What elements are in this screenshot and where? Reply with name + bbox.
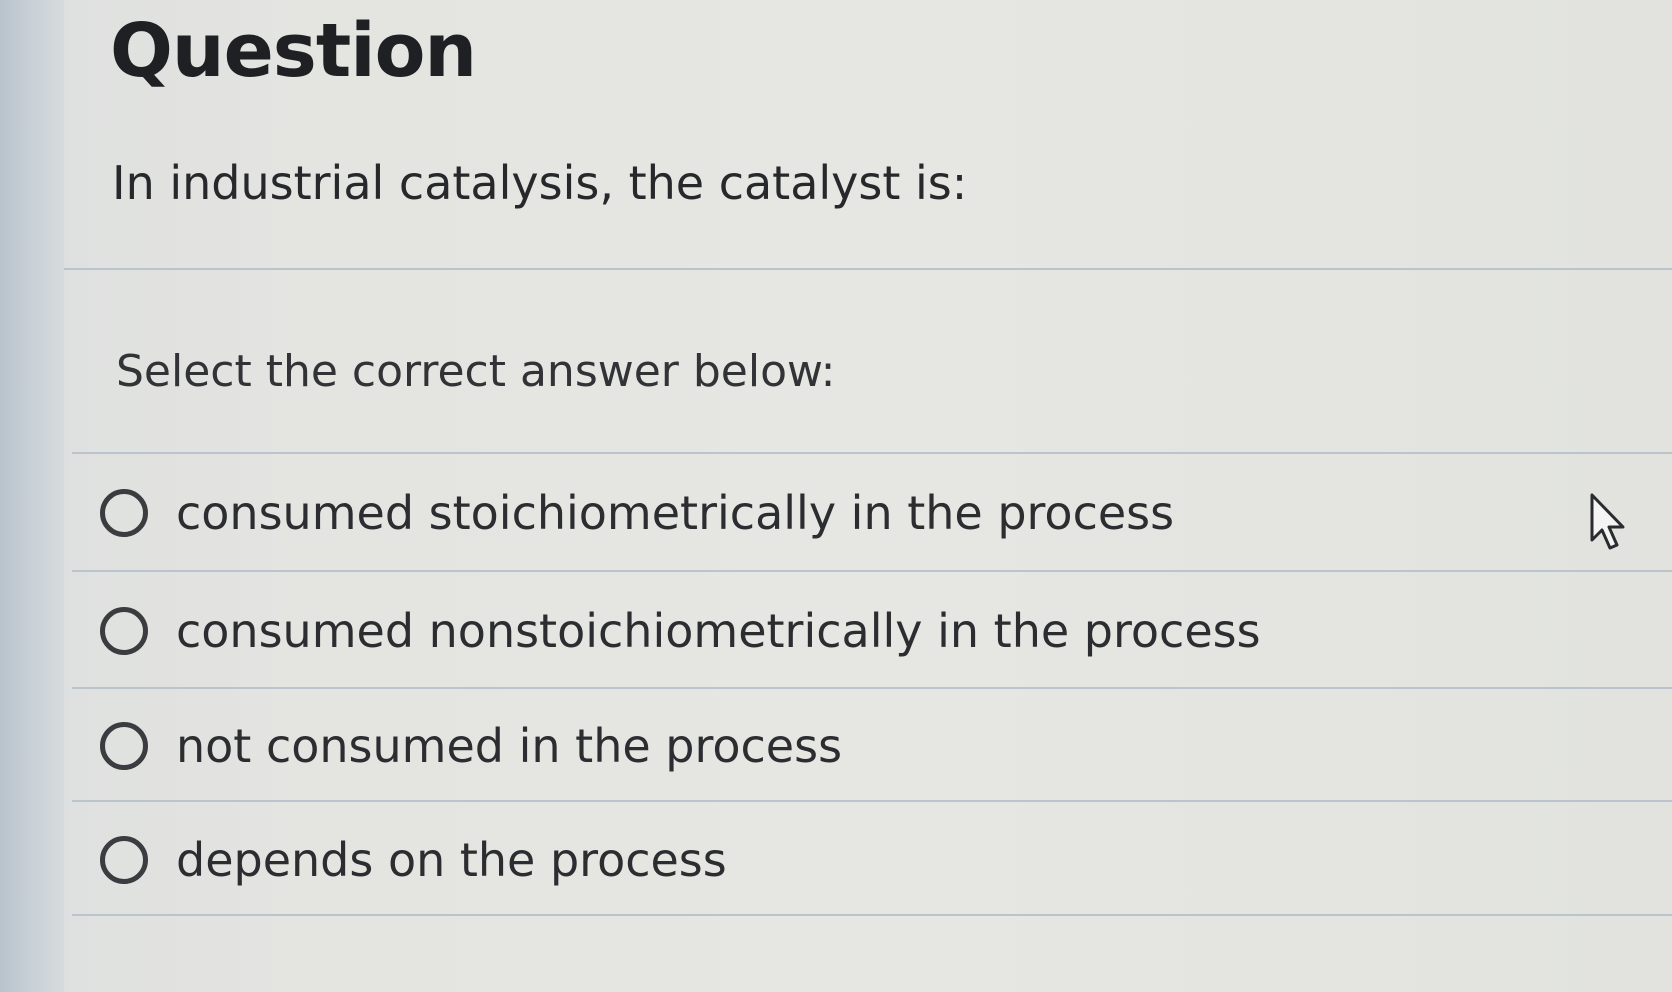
options-bottom-divider (72, 914, 1672, 916)
radio-unchecked-icon[interactable] (100, 607, 148, 655)
mouse-pointer-icon (1590, 493, 1625, 550)
answer-option-4[interactable]: depends on the process (100, 820, 1660, 900)
answer-option-2[interactable]: consumed nonstoichiometrically in the pr… (100, 591, 1660, 671)
answer-option-label: consumed stoichiometrically in the proce… (176, 486, 1175, 540)
question-card: Question In industrial catalysis, the ca… (0, 0, 1672, 992)
answer-instruction: Select the correct answer below: (116, 346, 836, 397)
radio-unchecked-icon[interactable] (100, 836, 148, 884)
prompt-divider (64, 268, 1672, 270)
answer-option-label: depends on the process (176, 833, 727, 887)
option-divider (72, 800, 1672, 802)
answer-option-3[interactable]: not consumed in the process (100, 706, 1660, 786)
radio-unchecked-icon[interactable] (100, 489, 148, 537)
question-prompt: In industrial catalysis, the catalyst is… (112, 156, 968, 210)
answer-option-label: consumed nonstoichiometrically in the pr… (176, 604, 1261, 658)
radio-unchecked-icon[interactable] (100, 722, 148, 770)
answer-option-1[interactable]: consumed stoichiometrically in the proce… (100, 473, 1660, 553)
option-divider (72, 570, 1672, 572)
option-divider (72, 687, 1672, 689)
options-top-divider (72, 452, 1672, 454)
question-heading: Question (110, 8, 477, 94)
answer-option-label: not consumed in the process (176, 719, 843, 773)
